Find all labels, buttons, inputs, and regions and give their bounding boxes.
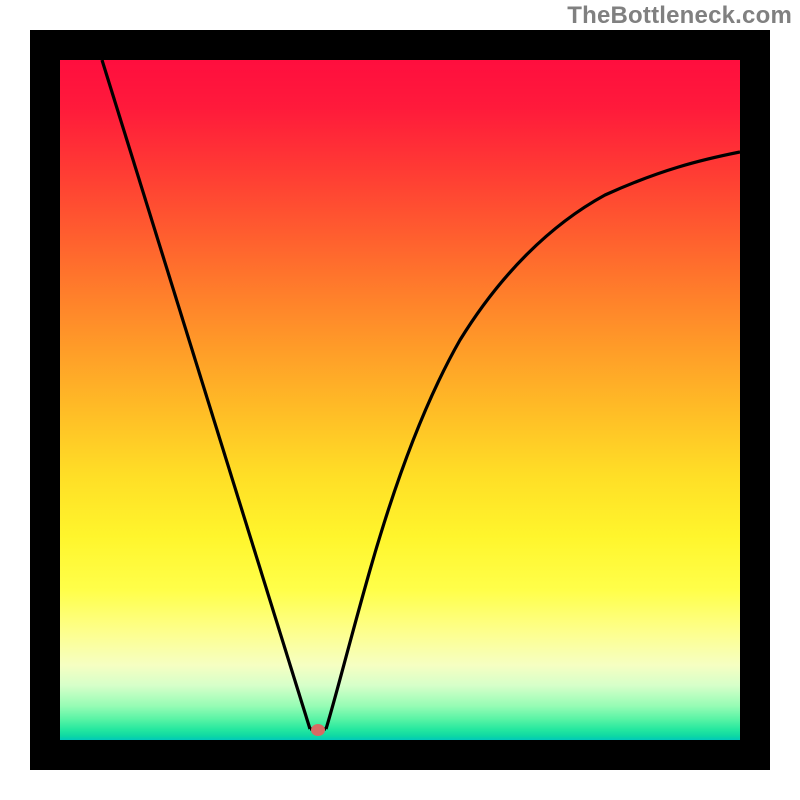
chart-container: TheBottleneck.com [0, 0, 800, 800]
plot-frame [30, 30, 770, 770]
watermark-text: TheBottleneck.com [567, 2, 792, 30]
